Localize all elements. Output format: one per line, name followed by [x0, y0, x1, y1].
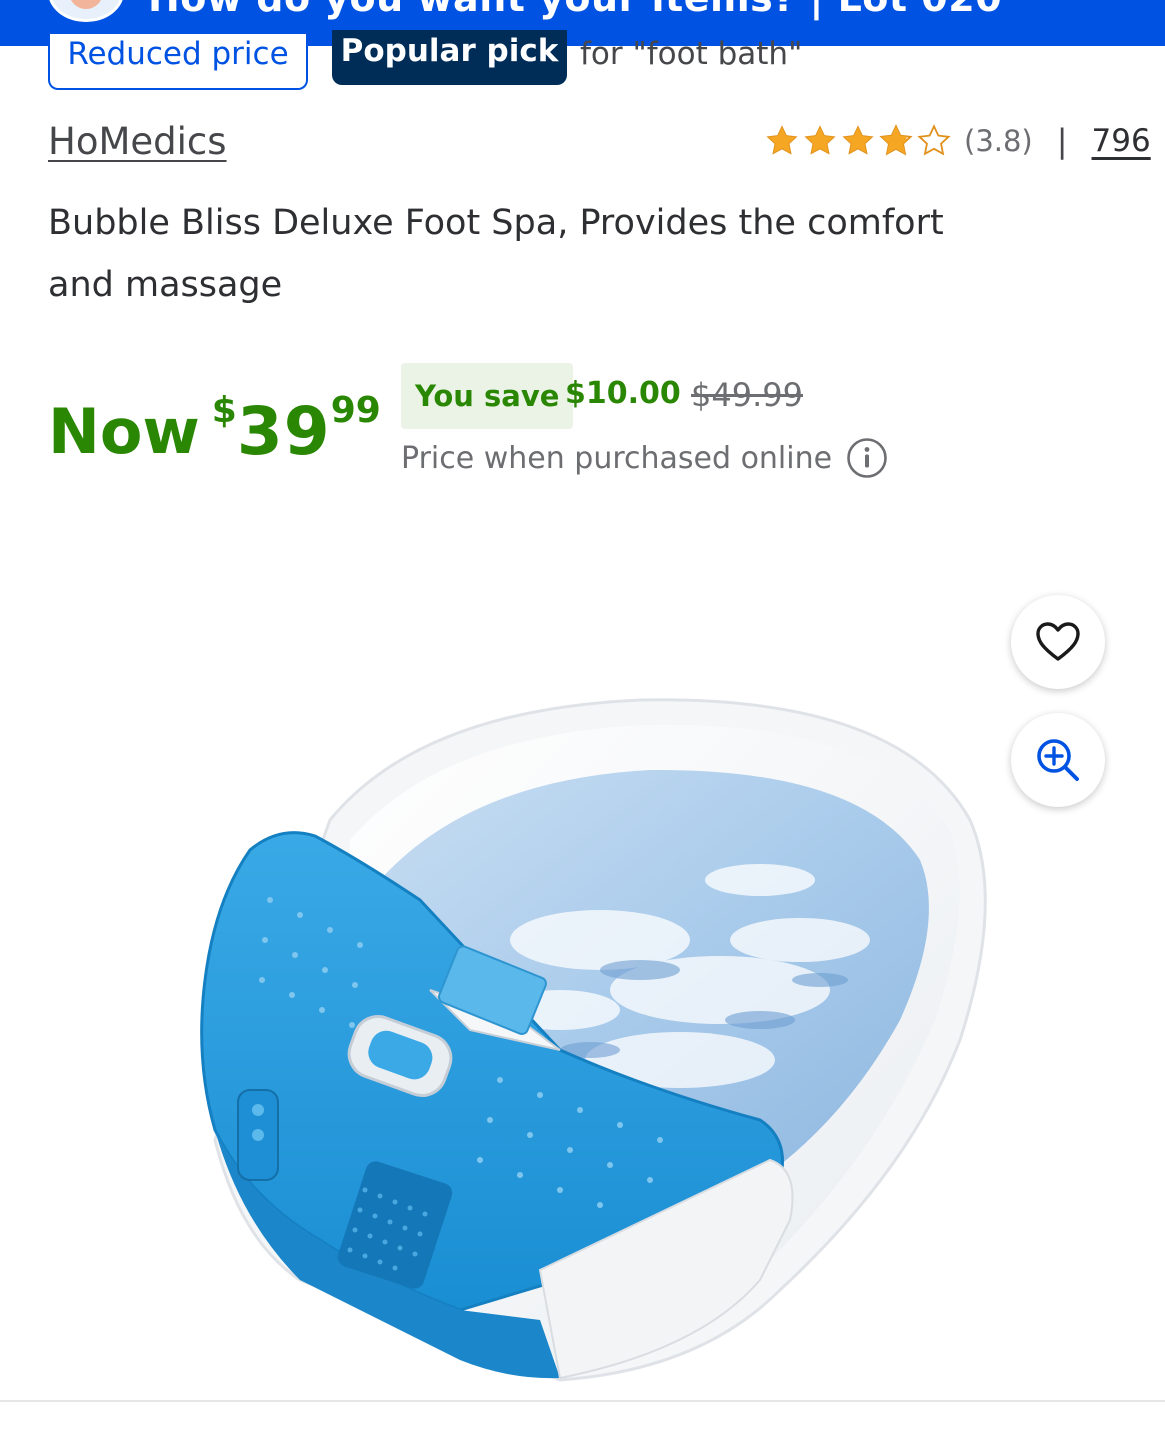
current-price: Now $ 39 99 — [48, 390, 381, 472]
star-partial-icon — [879, 124, 913, 156]
star-empty-icon — [917, 124, 951, 156]
product-image — [200, 698, 987, 1382]
reduced-price-tag: Reduced price — [48, 34, 308, 90]
star-full-icon — [842, 125, 874, 155]
zoom-button[interactable] — [1011, 713, 1105, 807]
banner-text: How do you want your items? | Lot 020 — [148, 0, 1002, 20]
rating-stars — [764, 123, 952, 159]
popular-pick-tag: Popular pick — [332, 30, 567, 85]
rating-summary[interactable]: (3.8) | 796 — [764, 118, 1151, 164]
rating-separator: | — [1056, 122, 1068, 160]
you-save-badge: You save — [401, 363, 574, 429]
star-full-icon — [766, 125, 798, 155]
favorite-button[interactable] — [1011, 595, 1105, 689]
price-currency: $ — [211, 390, 237, 431]
review-count-link[interactable]: 796 — [1092, 123, 1151, 159]
info-icon[interactable] — [846, 437, 888, 479]
heart-icon — [1036, 622, 1080, 661]
rating-value: (3.8) — [964, 124, 1033, 158]
price-note: Price when purchased online — [401, 437, 888, 479]
search-context-text: for "foot bath" — [580, 36, 803, 72]
section-divider — [0, 1400, 1165, 1402]
price-dollars: 39 — [236, 393, 331, 470]
price-cents: 99 — [330, 390, 381, 431]
brand-link[interactable]: HoMedics — [48, 120, 227, 163]
now-label: Now — [48, 395, 200, 468]
zoom-in-icon — [1037, 739, 1079, 781]
banner-avatar — [48, 0, 124, 22]
product-image-gallery[interactable] — [0, 520, 1165, 1400]
was-price: $49.99 — [691, 376, 803, 414]
product-title: Bubble Bliss Deluxe Foot Spa, Provides t… — [48, 203, 944, 305]
star-full-icon — [804, 125, 836, 155]
price-note-text: Price when purchased online — [401, 440, 833, 476]
save-amount: $10.00 — [565, 376, 681, 411]
